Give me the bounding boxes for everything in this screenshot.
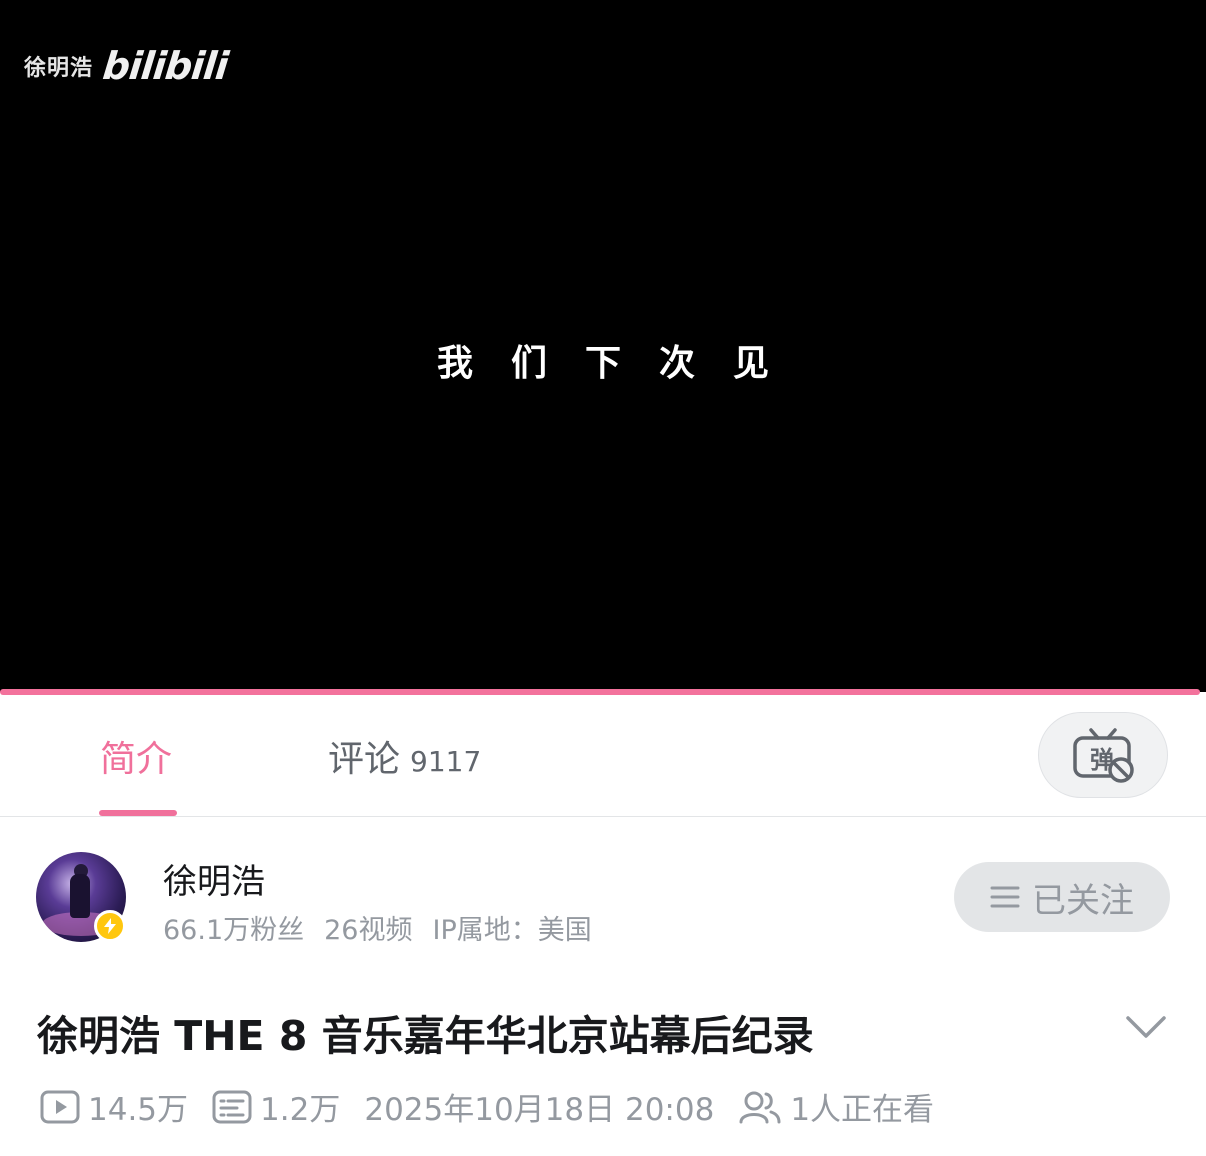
danmaku-off-icon: 弹 [1073,728,1134,783]
video-subtitle: 我们下次见 [436,342,807,384]
lightning-badge-icon [94,910,126,942]
follow-button[interactable]: 已关注 [954,862,1170,932]
tab-bar: 简介 评论 9117 弹 [0,696,1206,817]
play-count-icon [40,1090,80,1123]
fans-count: 66.1万粉丝 [163,915,305,946]
tab-intro[interactable]: 简介 [100,730,172,782]
ip-location: IP属地：美国 [432,915,592,946]
uploader-avatar[interactable] [36,852,128,944]
danmaku-count-icon [212,1090,252,1123]
video-title: 徐明浩 THE 8 音乐嘉年华北京站幕后纪录 [37,1012,814,1060]
watermark-name: 徐明浩 [24,56,94,81]
watching-people-icon [739,1091,781,1123]
video-count: 26视频 [324,915,413,946]
chevron-down-icon[interactable] [1124,1012,1168,1042]
tab-active-indicator [99,810,177,816]
tab-comments[interactable]: 评论 9117 [328,730,481,782]
follow-label: 已关注 [1032,880,1134,921]
uploader-name[interactable]: 徐明浩 [163,854,265,903]
video-player[interactable]: 徐明浩 bilibili 我们下次见 [0,0,1206,692]
publish-date: 2025年10月18日 20:08 [364,1092,715,1128]
watching-count: 1人正在看 [790,1092,935,1128]
uploader-stats: 66.1万粉丝 26视频 IP属地：美国 [163,908,592,947]
menu-lines-icon [990,886,1020,908]
bilibili-logo: bilibili [100,44,230,88]
watermark: 徐明浩 bilibili [24,44,230,88]
video-meta: 14.5万 1.2万 2025年10月18日 20:08 1人正在看 [40,1084,958,1129]
tab-comments-label: 评论 [328,739,401,780]
danmaku-count: 1.2万 [260,1092,341,1128]
progress-bar[interactable] [0,689,1200,695]
danmaku-toggle-button[interactable]: 弹 [1038,712,1168,798]
comments-count: 9117 [410,745,482,778]
view-count: 14.5万 [88,1092,189,1128]
